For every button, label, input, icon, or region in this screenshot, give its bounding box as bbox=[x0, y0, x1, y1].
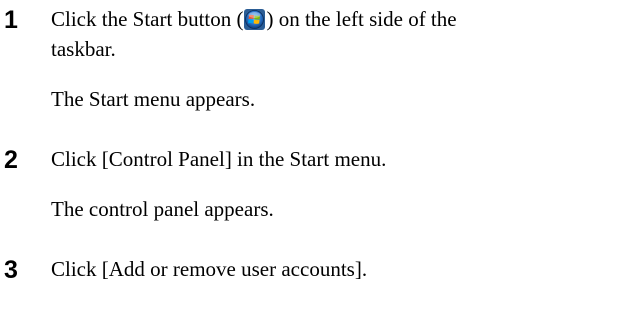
step-2-number: 2 bbox=[4, 146, 18, 174]
step-3-text: Click [Add or remove user accounts]. bbox=[51, 257, 368, 281]
step-3-number: 3 bbox=[4, 256, 18, 284]
step-1-number: 1 bbox=[4, 6, 18, 34]
step-2-result: The control panel appears. bbox=[51, 197, 274, 221]
step-1-text: Click the Start button ( ) on the left s… bbox=[51, 4, 457, 35]
step-1-result: The Start menu appears. bbox=[51, 87, 256, 111]
step-1-text-after-icon: ) on the left side of the bbox=[266, 7, 457, 31]
windows-start-orb-icon bbox=[244, 8, 266, 30]
step-1-text-line2: taskbar. bbox=[51, 37, 116, 61]
step-1-text-before-icon: Click the Start button ( bbox=[51, 7, 244, 31]
step-2-text: Click [Control Panel] in the Start menu. bbox=[51, 147, 387, 171]
instruction-page: 1 Click the Start button ( ) on the left… bbox=[0, 0, 617, 309]
